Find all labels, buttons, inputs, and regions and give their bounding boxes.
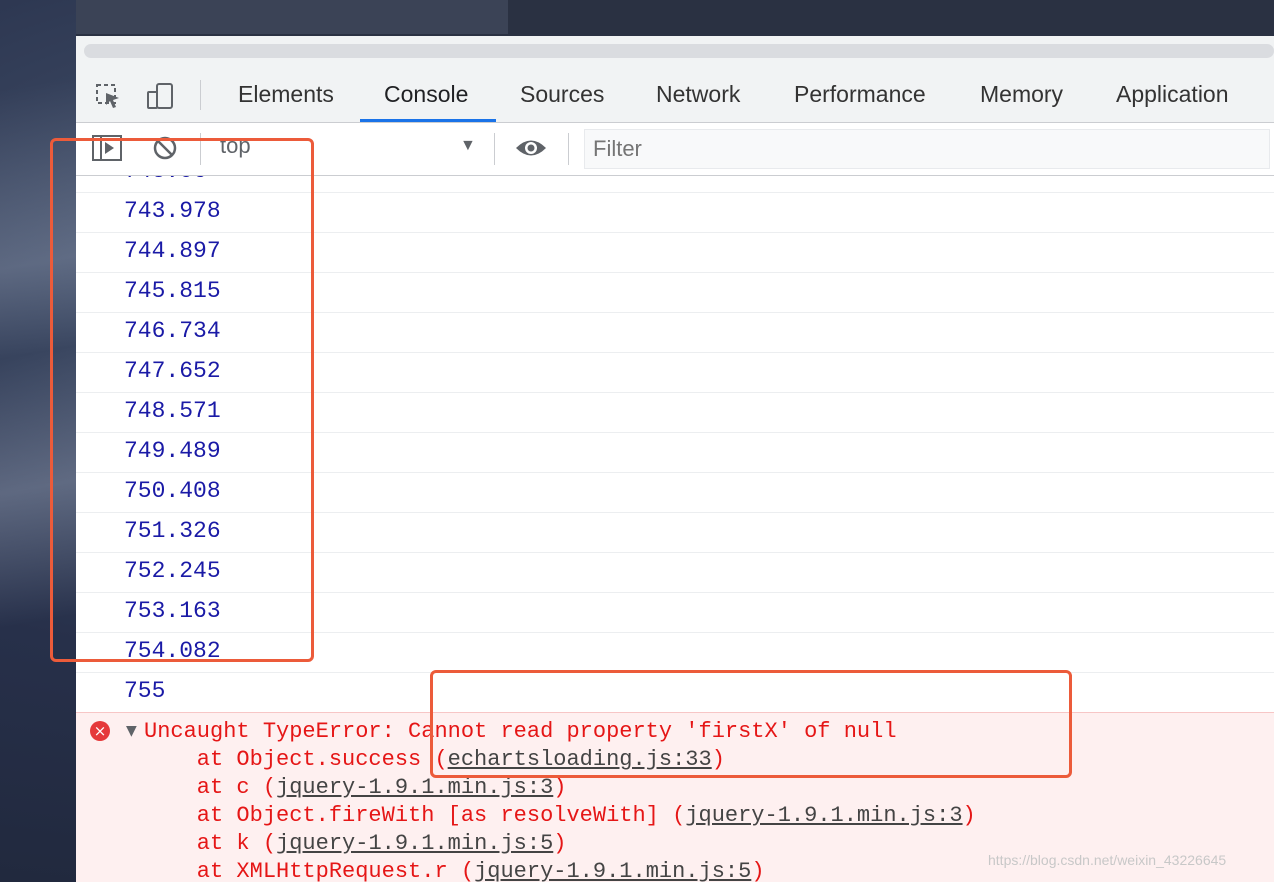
toolbar-separator <box>568 133 569 165</box>
stack-frame-suffix: ) <box>553 775 567 800</box>
toolbar-separator <box>494 133 495 165</box>
expand-triangle-icon[interactable]: ▼ <box>126 723 137 739</box>
stack-frame-suffix: ) <box>751 859 765 882</box>
stack-frame-suffix: ) <box>962 803 976 828</box>
scrollbar-thumb[interactable] <box>84 44 1274 58</box>
annotation-box-values <box>50 138 314 662</box>
annotation-box-error <box>430 670 1072 778</box>
source-link[interactable]: jquery-1.9.1.min.js:5 <box>474 859 751 882</box>
source-link[interactable]: jquery-1.9.1.min.js:3 <box>685 803 962 828</box>
watermark: https://blog.csdn.net/weixin_43226645 <box>988 852 1227 868</box>
stack-frame: at Object.fireWith [as resolveWith] (jqu… <box>144 803 976 828</box>
filter-input[interactable] <box>585 130 1255 168</box>
stack-frame-prefix: at k ( <box>144 831 277 856</box>
tab-memory[interactable]: Memory <box>978 66 1065 122</box>
source-link[interactable]: jquery-1.9.1.min.js:5 <box>276 831 553 856</box>
chevron-down-icon[interactable]: ▼ <box>460 137 476 155</box>
source-link[interactable]: jquery-1.9.1.min.js:3 <box>276 775 553 800</box>
inspect-element-icon[interactable] <box>94 82 122 110</box>
stack-frame-prefix: at Object.success ( <box>144 747 448 772</box>
stack-frame-prefix: at XMLHttpRequest.r ( <box>144 859 475 882</box>
horizontal-scrollbar[interactable] <box>76 36 1274 66</box>
tab-performance[interactable]: Performance <box>792 66 928 122</box>
tab-sources[interactable]: Sources <box>518 66 606 122</box>
stack-frame-suffix: ) <box>553 831 567 856</box>
tab-application[interactable]: Application <box>1114 66 1231 122</box>
filter-box <box>584 129 1270 169</box>
tab-elements[interactable]: Elements <box>236 66 336 122</box>
active-tab-indicator <box>360 119 496 122</box>
stack-frame: at c (jquery-1.9.1.min.js:3) <box>144 775 567 800</box>
eye-icon[interactable] <box>514 137 548 159</box>
tabbar-separator <box>200 80 201 110</box>
stack-frame-prefix: at Object.fireWith [as resolveWith] ( <box>144 803 686 828</box>
tab-network[interactable]: Network <box>654 66 742 122</box>
error-icon: × <box>90 721 110 741</box>
browser-tab[interactable] <box>76 0 508 34</box>
device-toolbar-icon[interactable] <box>146 82 174 110</box>
stack-frame-prefix: at c ( <box>144 775 277 800</box>
tab-console[interactable]: Console <box>382 66 470 122</box>
devtools-tabbar: Elements Console Sources Network Performance… <box>76 66 1274 123</box>
stack-frame: at k (jquery-1.9.1.min.js:5) <box>144 831 567 856</box>
log-value: 755 <box>124 678 166 704</box>
stack-frame: at XMLHttpRequest.r (jquery-1.9.1.min.js… <box>144 859 765 882</box>
